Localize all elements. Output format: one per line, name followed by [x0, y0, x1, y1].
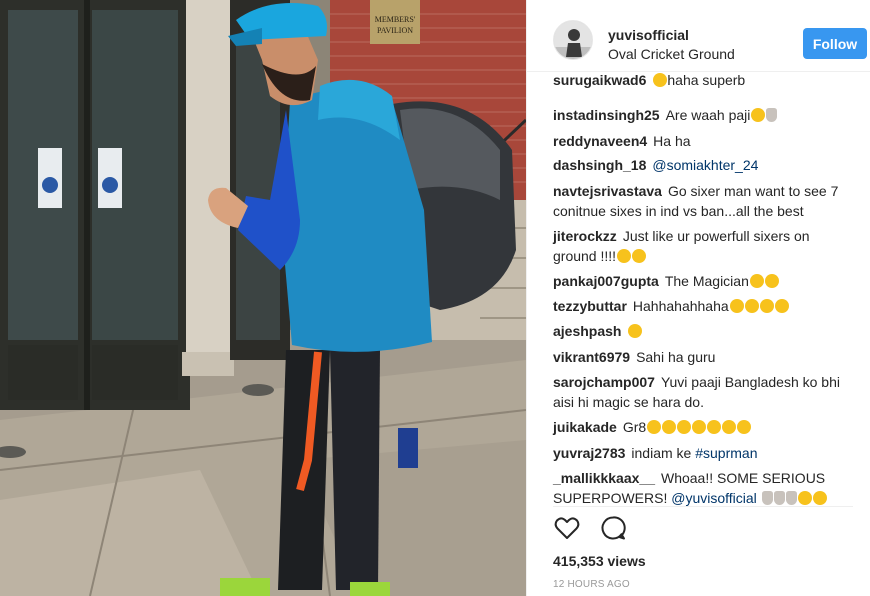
comment-mention[interactable]: @somiakhter_24: [652, 157, 758, 173]
comments-list[interactable]: surugaikwad6 haha superb instadinsingh25 A…: [527, 72, 870, 506]
comment-username[interactable]: surugaikwad6: [553, 72, 646, 88]
hand-emoji-icon: [785, 491, 797, 505]
comment-item: reddynaveen4 Ha ha: [553, 131, 853, 151]
laughing-emoji-icon: [628, 324, 643, 338]
comment-text: Sahi ha guru: [636, 349, 716, 365]
laughing-emoji-icon: [722, 420, 737, 434]
comment-text: haha superb: [667, 72, 746, 88]
laughing-emoji-icon: [729, 299, 744, 313]
comment-item: sarojchamp007 Yuvi paaji Bangladesh ko bh…: [553, 372, 853, 412]
comment-item: jiterockzz Just like ur powerfull sixers …: [553, 226, 853, 266]
laughing-emoji-icon: [662, 420, 677, 434]
comment-item: ajeshpash: [553, 321, 853, 341]
divider: [553, 506, 853, 507]
comment-username[interactable]: navtejsrivastava: [553, 183, 662, 199]
comment-text: The Magician: [664, 273, 749, 289]
laughing-emoji-icon: [737, 420, 752, 434]
hand-emoji-icon: [766, 108, 778, 122]
comment-item: instadinsingh25 Are waah paji: [553, 105, 853, 125]
comment-text: Gr8: [622, 419, 647, 435]
comment-hashtag[interactable]: #suprman: [695, 445, 757, 461]
laughing-emoji-icon: [647, 420, 662, 434]
photo-sign-line-2: PAVILION: [377, 26, 413, 35]
post-actions: [553, 514, 627, 542]
comment-item: tezzybuttar Hahhahahhaha: [553, 296, 853, 316]
tongue-emoji-icon: [632, 249, 647, 263]
comment-username[interactable]: sarojchamp007: [553, 374, 655, 390]
comment-username[interactable]: instadinsingh25: [553, 107, 660, 123]
view-count[interactable]: 415,353 views: [553, 553, 646, 569]
follow-button[interactable]: Follow: [803, 28, 867, 59]
comment-username[interactable]: yuvraj2783: [553, 445, 625, 461]
comment-item: surugaikwad6 haha superb: [553, 72, 853, 90]
laughing-emoji-icon: [812, 491, 827, 505]
grin-emoji-icon: [749, 274, 764, 288]
post-timestamp[interactable]: 12 HOURS AGO: [553, 579, 630, 590]
laughing-emoji-icon: [707, 420, 722, 434]
comment-username[interactable]: reddynaveen4: [553, 133, 647, 149]
laughing-emoji-icon: [797, 491, 812, 505]
comment-username[interactable]: juikakade: [553, 419, 617, 435]
laughing-emoji-icon: [677, 420, 692, 434]
laughing-emoji-icon: [744, 299, 759, 313]
comment-item: juikakade Gr8: [553, 417, 853, 437]
comment-item: pankaj007gupta The Magician: [553, 271, 853, 291]
comment-username[interactable]: pankaj007gupta: [553, 273, 659, 289]
speech-bubble-icon[interactable]: [599, 514, 627, 542]
avatar[interactable]: [553, 20, 593, 60]
laughing-emoji-icon: [774, 299, 789, 313]
grin-emoji-icon: [764, 274, 779, 288]
comment-username[interactable]: jiterockzz: [553, 228, 617, 244]
comment-username[interactable]: vikrant6979: [553, 349, 630, 365]
comment-username[interactable]: tezzybuttar: [553, 298, 627, 314]
comment-mention[interactable]: @yuvisofficial: [671, 490, 757, 506]
post-location[interactable]: Oval Cricket Ground: [608, 46, 735, 62]
laughing-emoji-icon: [692, 420, 707, 434]
comment-text: indiam ke: [631, 445, 692, 461]
comment-text: Are waah paji: [665, 107, 751, 123]
photo-illustration: MEMBERS' PAVILION: [0, 0, 526, 596]
comment-username[interactable]: ajeshpash: [553, 323, 621, 339]
comment-username[interactable]: _mallikkkaax__: [553, 470, 655, 486]
tongue-emoji-icon: [617, 249, 632, 263]
tongue-emoji-icon: [751, 108, 766, 122]
photo-sign-line-1: MEMBERS': [375, 15, 416, 24]
post-details-panel: yuvisofficial Oval Cricket Ground Follow…: [526, 0, 870, 596]
post-username[interactable]: yuvisofficial: [608, 27, 689, 43]
comment-item: dashsingh_18 @somiakhter_24: [553, 155, 853, 175]
comment-item: _mallikkkaax__ Whoaa!! SOME SERIOUS SUPER…: [553, 468, 853, 506]
instagram-post: MEMBERS' PAVILION yuvisofficial Oval Cri…: [0, 0, 870, 596]
comment-item: vikrant6979 Sahi ha guru: [553, 347, 853, 367]
comment-item: navtejsrivastava Go sixer man want to see…: [553, 181, 853, 221]
laughing-emoji-icon: [653, 73, 668, 87]
comment-text: Ha ha: [653, 133, 691, 149]
hand-emoji-icon: [761, 491, 773, 505]
comment-text: Hahhahahhaha: [632, 298, 729, 314]
post-header: yuvisofficial Oval Cricket Ground Follow: [527, 0, 870, 72]
laughing-emoji-icon: [759, 299, 774, 313]
heart-outline-icon[interactable]: [553, 514, 581, 542]
comment-item: yuvraj2783 indiam ke #suprman: [553, 443, 853, 463]
comment-username[interactable]: dashsingh_18: [553, 157, 646, 173]
hand-emoji-icon: [773, 491, 785, 505]
post-photo[interactable]: MEMBERS' PAVILION: [0, 0, 526, 596]
